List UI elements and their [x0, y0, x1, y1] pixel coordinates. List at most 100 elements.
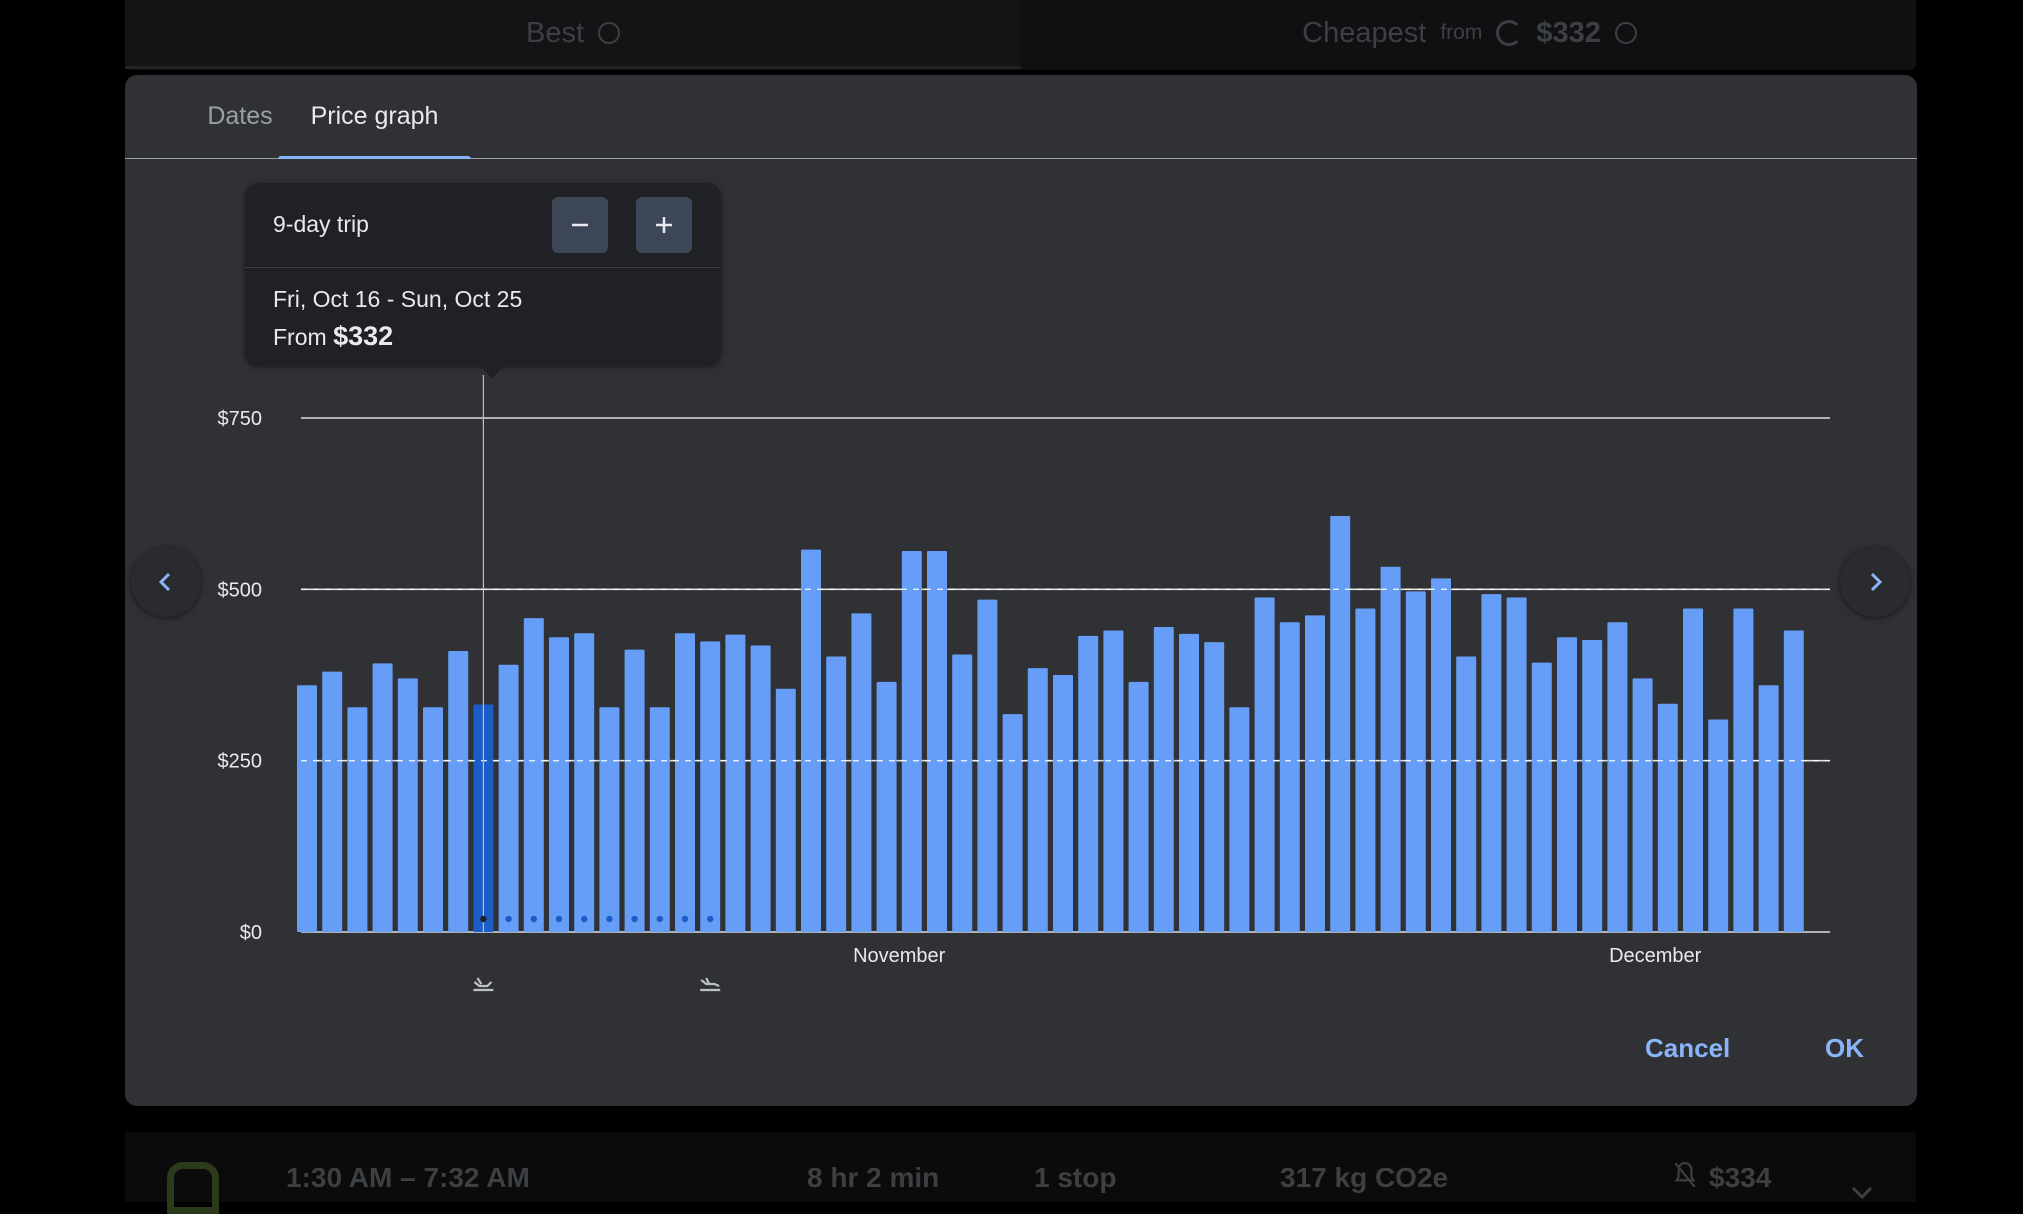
- price-bar: [1456, 656, 1477, 932]
- price-bar: [1632, 678, 1653, 932]
- flight-emissions: 317 kg CO2e: [1280, 1162, 1449, 1193]
- trip-day-dot: [681, 915, 689, 923]
- price-bar: [448, 651, 469, 932]
- increase-trip-button[interactable]: [636, 197, 692, 253]
- trip-price: $332: [333, 321, 394, 351]
- y-tick-label: $750: [218, 408, 263, 430]
- tab-best[interactable]: Best: [125, 0, 1021, 69]
- flight-stops: 1 stop: [1034, 1162, 1117, 1193]
- price-bar: [826, 656, 847, 932]
- loading-spinner-icon: [1496, 20, 1523, 46]
- trip-day-dot: [480, 915, 487, 923]
- price-bar: [675, 633, 695, 932]
- price-bar: [750, 645, 771, 932]
- plus-icon: [656, 217, 672, 233]
- price-alert-off-icon[interactable]: [1672, 1160, 1698, 1190]
- trip-day-dot: [707, 915, 714, 923]
- price-bar: [1380, 566, 1401, 932]
- y-tick-label: $0: [240, 922, 262, 944]
- price-bar: [624, 649, 645, 932]
- decrease-trip-button[interactable]: [552, 197, 608, 253]
- price-bar: [1279, 622, 1300, 932]
- flight-price: $334: [1709, 1162, 1772, 1193]
- departure-icon-path: [473, 977, 494, 992]
- cheapest-price: $332: [1536, 16, 1601, 49]
- price-bar: [1783, 630, 1804, 932]
- trip-length-control: 9-day trip: [245, 183, 721, 268]
- price-bar: [1557, 637, 1577, 932]
- price-bar: [1103, 630, 1124, 932]
- chevron-left-icon: [158, 572, 171, 592]
- price-bar: [347, 707, 368, 932]
- cancel-button[interactable]: Cancel: [1645, 1033, 1730, 1064]
- price-bar: [1405, 591, 1426, 932]
- price-bar: [1506, 597, 1527, 932]
- price-bar: [700, 641, 721, 932]
- flight-duration: 8 hr 2 min: [807, 1162, 940, 1193]
- trip-day-dot: [530, 915, 537, 923]
- price-bar: [725, 634, 746, 932]
- trip-from-label: From: [273, 324, 327, 350]
- price-bar: [1027, 668, 1048, 932]
- trip-day-dot: [555, 915, 563, 923]
- minus-icon: [572, 223, 588, 227]
- results-tabs: Best Cheapest from $332: [125, 0, 1916, 70]
- airline-logo: [167, 1162, 219, 1214]
- landing-icon: [700, 977, 721, 992]
- info-icon[interactable]: [598, 22, 621, 44]
- trip-price-line: From $332: [273, 321, 393, 352]
- price-bar: [297, 685, 317, 932]
- price-graph-dialog: Dates Price graph $0 $250 $500 $750 November…: [125, 75, 1917, 1106]
- info-icon[interactable]: [1614, 22, 1637, 44]
- price-bar: [397, 678, 418, 932]
- price-bar: [1053, 675, 1073, 932]
- chevron-down-icon[interactable]: [1850, 1184, 1874, 1202]
- price-bar: [1002, 714, 1023, 932]
- tab-cheapest-label: Cheapest: [1302, 16, 1427, 49]
- price-bar: [876, 681, 897, 932]
- price-bar: [1582, 640, 1603, 932]
- month-label: November: [853, 945, 946, 967]
- price-bar: [1531, 662, 1552, 932]
- price-bar: [1204, 642, 1225, 932]
- price-bar: [1305, 615, 1325, 932]
- price-bar: [1733, 608, 1754, 932]
- trip-day-dot: [606, 915, 613, 923]
- price-bar: [1431, 578, 1451, 932]
- price-bar: [498, 664, 519, 932]
- departure-icon: [473, 977, 494, 992]
- tab-cheapest[interactable]: Cheapest from $332: [1023, 0, 1916, 66]
- price-bar: [1330, 516, 1351, 932]
- next-dates-button[interactable]: [1840, 547, 1910, 617]
- trip-day-dot: [581, 915, 588, 923]
- trip-day-dot: [631, 915, 638, 923]
- price-bar: [1078, 635, 1099, 932]
- tab-best-label: Best: [525, 16, 585, 49]
- flight-row[interactable]: 1:30 AM – 7:32 AM 8 hr 2 min 1 stop 317 …: [125, 1132, 1916, 1214]
- y-tick-label: $250: [218, 751, 263, 773]
- price-bar: [1758, 685, 1779, 932]
- price-bar: [775, 688, 796, 932]
- flight-times: 1:30 AM – 7:32 AM: [286, 1162, 530, 1193]
- previous-dates-button[interactable]: [131, 547, 201, 617]
- price-bar: [1607, 622, 1628, 932]
- ok-button[interactable]: OK: [1825, 1033, 1864, 1064]
- trip-day-dot: [656, 915, 663, 923]
- cheapest-from-label: from: [1440, 21, 1483, 44]
- trip-day-dot: [505, 915, 512, 923]
- price-bar: [1683, 608, 1703, 932]
- price-bar: [372, 663, 393, 932]
- trip-length-label: 9-day trip: [273, 211, 369, 237]
- trip-tooltip: 9-day trip Fri, Oct 16 - Sun, Oct 25 Fro…: [245, 183, 721, 379]
- month-label: December: [1609, 945, 1702, 967]
- price-bar: [574, 633, 595, 932]
- price-bar: [1481, 594, 1502, 932]
- price-bar: [423, 707, 443, 932]
- price-bar: [649, 707, 670, 932]
- y-tick-label: $500: [218, 579, 263, 601]
- price-bar: [901, 550, 922, 932]
- trip-dates: Fri, Oct 16 - Sun, Oct 25: [273, 286, 523, 312]
- price-bar: [1657, 703, 1678, 932]
- price-bar: [1128, 681, 1149, 932]
- price-bar: [952, 654, 973, 932]
